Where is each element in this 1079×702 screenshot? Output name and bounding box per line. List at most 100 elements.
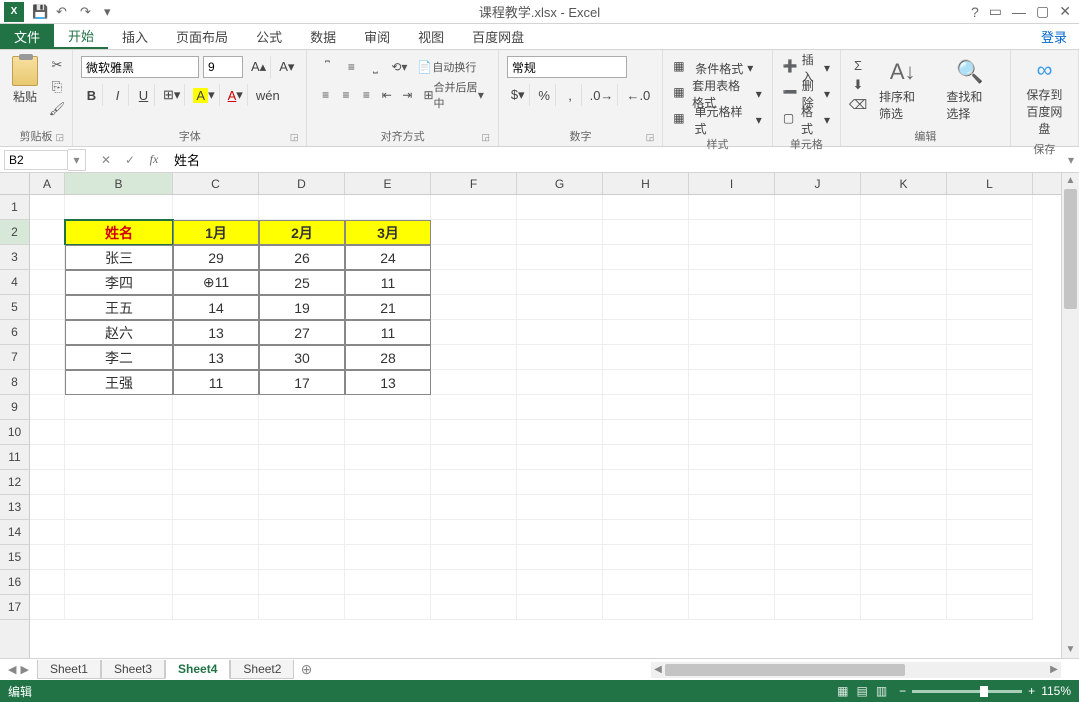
cell-F8[interactable]	[431, 370, 517, 395]
cell-A4[interactable]	[30, 270, 65, 295]
align-left-icon[interactable]: ≡	[315, 84, 335, 106]
scroll-up-icon[interactable]: ▲	[1062, 173, 1079, 189]
cell-G8[interactable]	[517, 370, 603, 395]
cell-L6[interactable]	[947, 320, 1033, 345]
cell-K10[interactable]	[861, 420, 947, 445]
col-header-A[interactable]: A	[30, 173, 65, 194]
col-header-L[interactable]: L	[947, 173, 1033, 194]
cell-L12[interactable]	[947, 470, 1033, 495]
cell-L3[interactable]	[947, 245, 1033, 270]
cell-B7[interactable]: 李二	[65, 345, 173, 370]
cell-I5[interactable]	[689, 295, 775, 320]
cell-G14[interactable]	[517, 520, 603, 545]
border-button[interactable]: ⊞▾	[159, 84, 185, 106]
col-header-E[interactable]: E	[345, 173, 431, 194]
copy-icon[interactable]: ⎘	[48, 78, 66, 96]
cell-A15[interactable]	[30, 545, 65, 570]
row-header-15[interactable]: 15	[0, 545, 29, 570]
cell-K13[interactable]	[861, 495, 947, 520]
cell-I14[interactable]	[689, 520, 775, 545]
cell-H9[interactable]	[603, 395, 689, 420]
name-box[interactable]	[4, 150, 68, 170]
cell-A11[interactable]	[30, 445, 65, 470]
italic-button[interactable]: I	[107, 84, 129, 106]
cell-I17[interactable]	[689, 595, 775, 620]
cell-A6[interactable]	[30, 320, 65, 345]
row-header-12[interactable]: 12	[0, 470, 29, 495]
cell-C4[interactable]: ⊕11	[173, 270, 259, 295]
align-bottom-icon[interactable]: ⎵	[363, 56, 387, 78]
sort-filter-button[interactable]: A↓ 排序和筛选	[871, 56, 934, 124]
ribbon-options-icon[interactable]: ▭	[989, 3, 1002, 20]
col-header-K[interactable]: K	[861, 173, 947, 194]
save-icon[interactable]: 💾	[32, 4, 48, 20]
cell-B6[interactable]: 赵六	[65, 320, 173, 345]
decrease-decimal-icon[interactable]: ←.0	[622, 84, 654, 106]
clipboard-launcher-icon[interactable]: ◲	[55, 132, 64, 143]
cell-K16[interactable]	[861, 570, 947, 595]
name-box-dropdown-icon[interactable]: ▾	[68, 149, 86, 171]
paste-button[interactable]: 粘贴	[6, 54, 44, 107]
cell-H11[interactable]	[603, 445, 689, 470]
number-launcher-icon[interactable]: ◲	[646, 132, 655, 143]
cell-E5[interactable]: 21	[345, 295, 431, 320]
cell-D13[interactable]	[259, 495, 345, 520]
scroll-left-icon[interactable]: ◀	[651, 662, 665, 678]
format-cells-button[interactable]: ▢格式▾	[783, 108, 830, 132]
cell-K17[interactable]	[861, 595, 947, 620]
cell-B17[interactable]	[65, 595, 173, 620]
cell-D17[interactable]	[259, 595, 345, 620]
cells-container[interactable]: 姓名1月2月3月张三292624李四⊕112511王五141921赵六13271…	[30, 195, 1061, 658]
cut-icon[interactable]: ✂	[48, 56, 66, 74]
cell-F5[interactable]	[431, 295, 517, 320]
cell-L10[interactable]	[947, 420, 1033, 445]
cell-D5[interactable]: 19	[259, 295, 345, 320]
cell-G7[interactable]	[517, 345, 603, 370]
cell-L15[interactable]	[947, 545, 1033, 570]
tab-review[interactable]: 审阅	[350, 24, 404, 49]
cell-G2[interactable]	[517, 220, 603, 245]
page-layout-view-icon[interactable]: ▤	[856, 684, 867, 698]
cell-H13[interactable]	[603, 495, 689, 520]
cell-D8[interactable]: 17	[259, 370, 345, 395]
cell-L5[interactable]	[947, 295, 1033, 320]
vertical-scrollbar[interactable]: ▲ ▼	[1061, 173, 1079, 658]
cell-H4[interactable]	[603, 270, 689, 295]
cell-F17[interactable]	[431, 595, 517, 620]
cell-F4[interactable]	[431, 270, 517, 295]
cell-G16[interactable]	[517, 570, 603, 595]
cell-F1[interactable]	[431, 195, 517, 220]
font-family-combo[interactable]	[81, 56, 199, 78]
cell-B8[interactable]: 王强	[65, 370, 173, 395]
col-header-G[interactable]: G	[517, 173, 603, 194]
cell-F3[interactable]	[431, 245, 517, 270]
sheet-tab-sheet4[interactable]: Sheet4	[165, 660, 230, 679]
cell-H17[interactable]	[603, 595, 689, 620]
align-top-icon[interactable]: ⎴	[315, 56, 339, 78]
fill-icon[interactable]: ⬇	[849, 76, 867, 94]
indent-dec-icon[interactable]: ⇤	[377, 84, 397, 106]
cell-G3[interactable]	[517, 245, 603, 270]
grow-font-icon[interactable]: A▴	[247, 56, 271, 78]
vscroll-thumb[interactable]	[1064, 189, 1077, 309]
cell-E1[interactable]	[345, 195, 431, 220]
cell-C9[interactable]	[173, 395, 259, 420]
cell-F6[interactable]	[431, 320, 517, 345]
cell-E10[interactable]	[345, 420, 431, 445]
cell-G6[interactable]	[517, 320, 603, 345]
shrink-font-icon[interactable]: A▾	[275, 56, 298, 78]
cell-A14[interactable]	[30, 520, 65, 545]
cell-E15[interactable]	[345, 545, 431, 570]
cell-B12[interactable]	[65, 470, 173, 495]
cell-D6[interactable]: 27	[259, 320, 345, 345]
login-link[interactable]: 登录	[1029, 27, 1079, 46]
tab-data[interactable]: 数据	[296, 24, 350, 49]
cell-E13[interactable]	[345, 495, 431, 520]
cell-F10[interactable]	[431, 420, 517, 445]
cell-I4[interactable]	[689, 270, 775, 295]
formula-input[interactable]	[166, 150, 1063, 169]
cell-A5[interactable]	[30, 295, 65, 320]
cell-K14[interactable]	[861, 520, 947, 545]
cell-K11[interactable]	[861, 445, 947, 470]
row-header-5[interactable]: 5	[0, 295, 29, 320]
